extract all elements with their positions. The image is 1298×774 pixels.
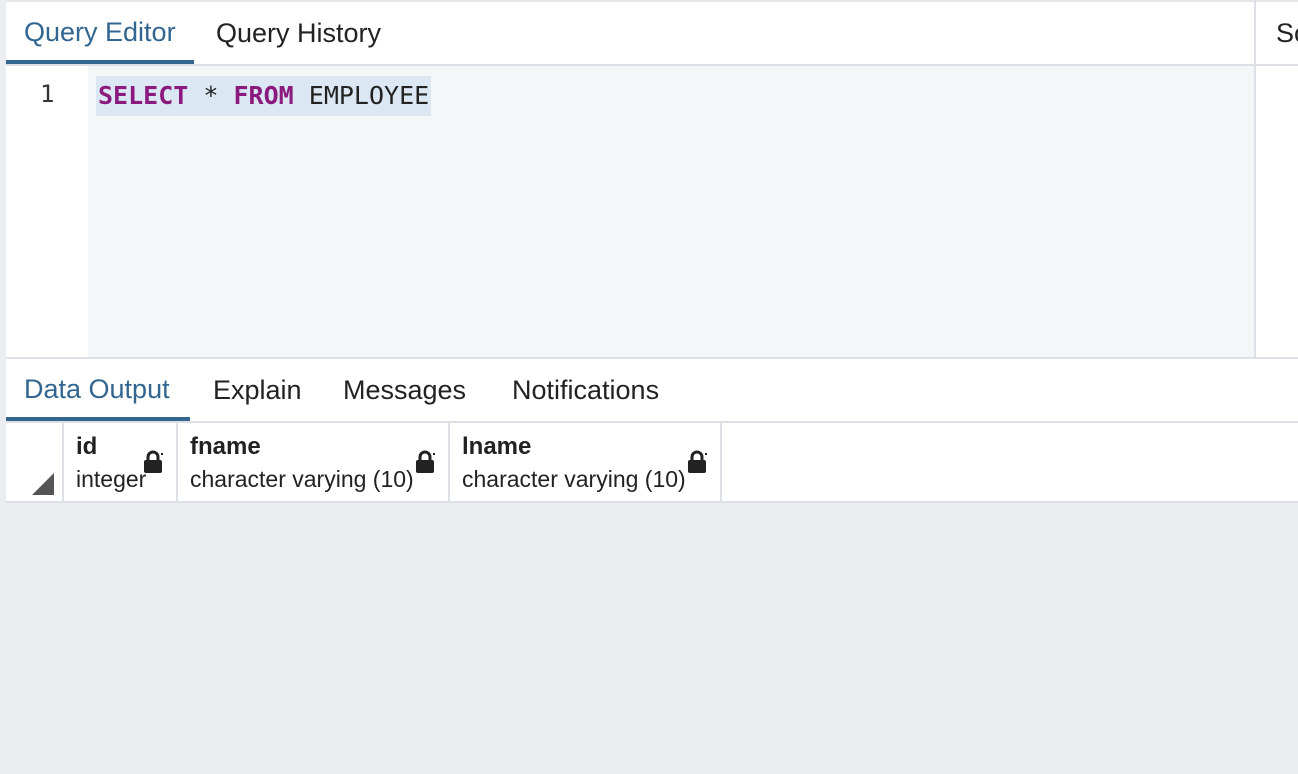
column-name: fname <box>190 433 261 460</box>
side-panel-divider[interactable] <box>1254 0 1256 358</box>
select-all-corner[interactable] <box>6 423 64 501</box>
lock-icon <box>688 450 707 473</box>
side-panel-border <box>1256 64 1298 66</box>
line-number: 1 <box>40 80 55 108</box>
editor-tab-bar: Query Editor Query History <box>6 2 1254 66</box>
column-name: lname <box>462 433 532 460</box>
lock-icon <box>416 450 435 473</box>
column-header-lname[interactable]: lname character varying (10) <box>450 423 722 501</box>
column-type: character varying (10) <box>462 466 686 492</box>
tab-scratch-pad[interactable]: Scratch Pad <box>1276 2 1298 64</box>
select-all-triangle-icon <box>32 473 54 495</box>
column-header-fname[interactable]: fname character varying (10) <box>178 423 450 501</box>
tab-messages[interactable]: Messages <box>343 359 466 421</box>
tab-query-editor[interactable]: Query Editor <box>6 2 194 64</box>
column-header-id[interactable]: id integer <box>64 423 178 501</box>
sql-keyword-select: SELECT <box>98 81 189 110</box>
tab-explain[interactable]: Explain <box>213 359 302 421</box>
code-line-1[interactable]: SELECT * FROM EMPLOYEE <box>96 76 432 116</box>
sql-keyword-from: FROM <box>233 81 294 110</box>
line-gutter <box>6 66 88 358</box>
lock-icon <box>144 450 163 473</box>
result-grid-empty-area <box>6 503 1298 774</box>
column-type: integer <box>76 466 147 492</box>
sql-table-name: EMPLOYEE <box>308 81 430 110</box>
tab-data-output[interactable]: Data Output <box>6 359 190 421</box>
column-name: id <box>76 433 98 460</box>
sql-operator-star: * <box>203 81 219 110</box>
tab-notifications[interactable]: Notifications <box>512 359 659 421</box>
output-tab-bar: Data Output Explain Messages Notificatio… <box>6 359 1298 423</box>
column-type: character varying (10) <box>190 466 414 492</box>
tab-query-history[interactable]: Query History <box>216 2 381 64</box>
result-grid-header: id integer fname character varying (10) … <box>6 423 1298 503</box>
